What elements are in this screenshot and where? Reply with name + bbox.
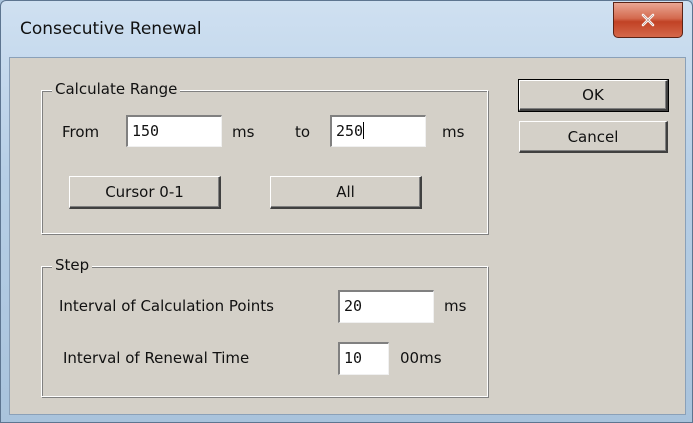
- close-icon: [641, 13, 655, 27]
- text-caret: [363, 122, 365, 139]
- step-label: Step: [52, 256, 93, 274]
- renewal-input[interactable]: 10: [338, 342, 389, 375]
- calc-points-unit: ms: [444, 297, 467, 315]
- calculate-range-group: Calculate Range From 150 ms to 250 ms Cu…: [41, 80, 488, 234]
- to-input[interactable]: 250: [330, 115, 426, 147]
- calc-points-label: Interval of Calculation Points: [59, 297, 274, 315]
- close-button[interactable]: [613, 2, 683, 38]
- renewal-label: Interval of Renewal Time: [63, 349, 250, 367]
- dialog-window: Consecutive Renewal Calculate Range From…: [0, 0, 693, 423]
- title-bar[interactable]: Consecutive Renewal: [1, 1, 692, 57]
- from-input-value: 150: [132, 122, 160, 140]
- calculate-range-label: Calculate Range: [52, 80, 181, 98]
- cursor-0-1-button[interactable]: Cursor 0-1: [69, 176, 221, 209]
- window-title: Consecutive Renewal: [20, 19, 202, 39]
- from-input[interactable]: 150: [126, 115, 222, 147]
- calc-points-input[interactable]: 20: [338, 290, 434, 323]
- renewal-unit: 00ms: [400, 349, 442, 367]
- all-button[interactable]: All: [270, 176, 422, 209]
- to-label: to: [295, 123, 311, 141]
- ok-button[interactable]: OK: [518, 79, 669, 112]
- dialog-client-area: Calculate Range From 150 ms to 250 ms Cu…: [9, 57, 686, 415]
- calc-points-input-value: 20: [344, 297, 363, 315]
- to-input-value: 250: [336, 122, 364, 140]
- renewal-input-value: 10: [344, 349, 363, 367]
- to-unit: ms: [442, 123, 465, 141]
- from-unit: ms: [232, 123, 255, 141]
- cancel-button[interactable]: Cancel: [519, 121, 668, 153]
- step-group: Step Interval of Calculation Points 20 m…: [41, 256, 488, 397]
- from-label: From: [62, 123, 100, 141]
